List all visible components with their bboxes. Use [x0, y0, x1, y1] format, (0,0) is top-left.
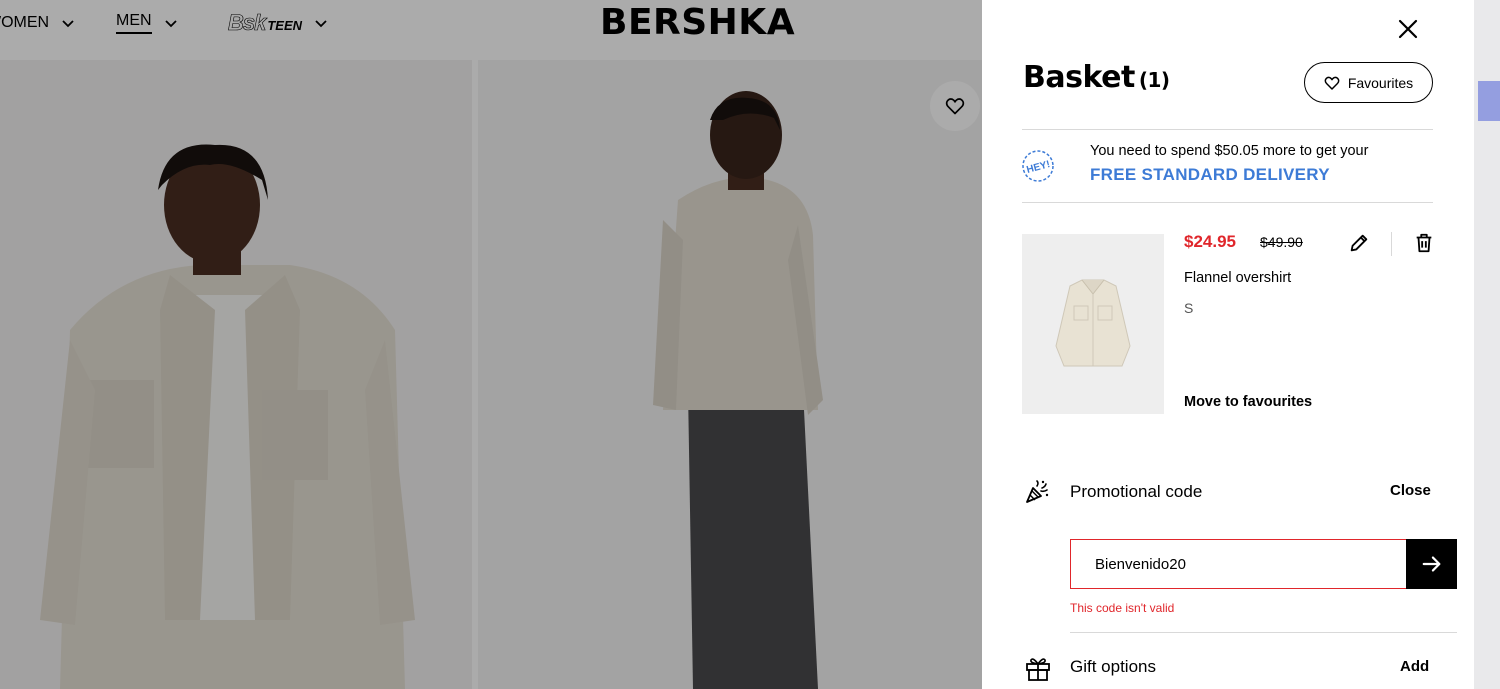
- promo-submit-button[interactable]: [1406, 539, 1457, 589]
- delivery-message: You need to spend $50.05 more to get you…: [1090, 143, 1369, 159]
- divider: [1022, 202, 1433, 203]
- original-price: $49.90: [1260, 234, 1303, 250]
- scrollbar-track[interactable]: [1474, 0, 1500, 689]
- product-thumbnail[interactable]: [1022, 234, 1164, 414]
- divider: [1022, 129, 1433, 130]
- divider: [1391, 232, 1392, 256]
- heart-icon: [1324, 76, 1340, 90]
- trash-icon[interactable]: [1413, 232, 1435, 254]
- promo-error-message: This code isn't valid: [1070, 601, 1175, 615]
- gift-add-button[interactable]: Add: [1400, 658, 1429, 675]
- product-size: S: [1184, 300, 1194, 316]
- promo-code-label: Promotional code: [1070, 482, 1203, 501]
- close-icon[interactable]: [1396, 17, 1420, 41]
- favourites-button[interactable]: Favourites: [1304, 62, 1433, 103]
- gift-options-label: Gift options: [1070, 657, 1156, 676]
- promo-close-button[interactable]: Close: [1390, 482, 1431, 499]
- basket-title-text: Basket: [1023, 60, 1135, 95]
- promo-code-input[interactable]: [1070, 539, 1407, 589]
- favourites-label: Favourites: [1347, 74, 1414, 91]
- free-delivery-link[interactable]: FREE STANDARD DELIVERY: [1090, 165, 1330, 185]
- arrow-right-icon: [1422, 556, 1440, 572]
- basket-title: Basket (1): [1023, 60, 1170, 95]
- pencil-icon[interactable]: [1348, 232, 1370, 254]
- gift-icon: [1026, 658, 1050, 681]
- sale-price: $24.95: [1184, 232, 1236, 251]
- svg-text:HEY!: HEY!: [1025, 159, 1051, 176]
- party-popper-icon: [1026, 480, 1049, 503]
- hey-badge-icon: HEY!: [1022, 150, 1054, 182]
- move-to-favourites-link[interactable]: Move to favourites: [1184, 394, 1312, 410]
- divider: [1070, 632, 1457, 633]
- basket-count: (1): [1138, 68, 1170, 92]
- product-name: Flannel overshirt: [1184, 270, 1292, 286]
